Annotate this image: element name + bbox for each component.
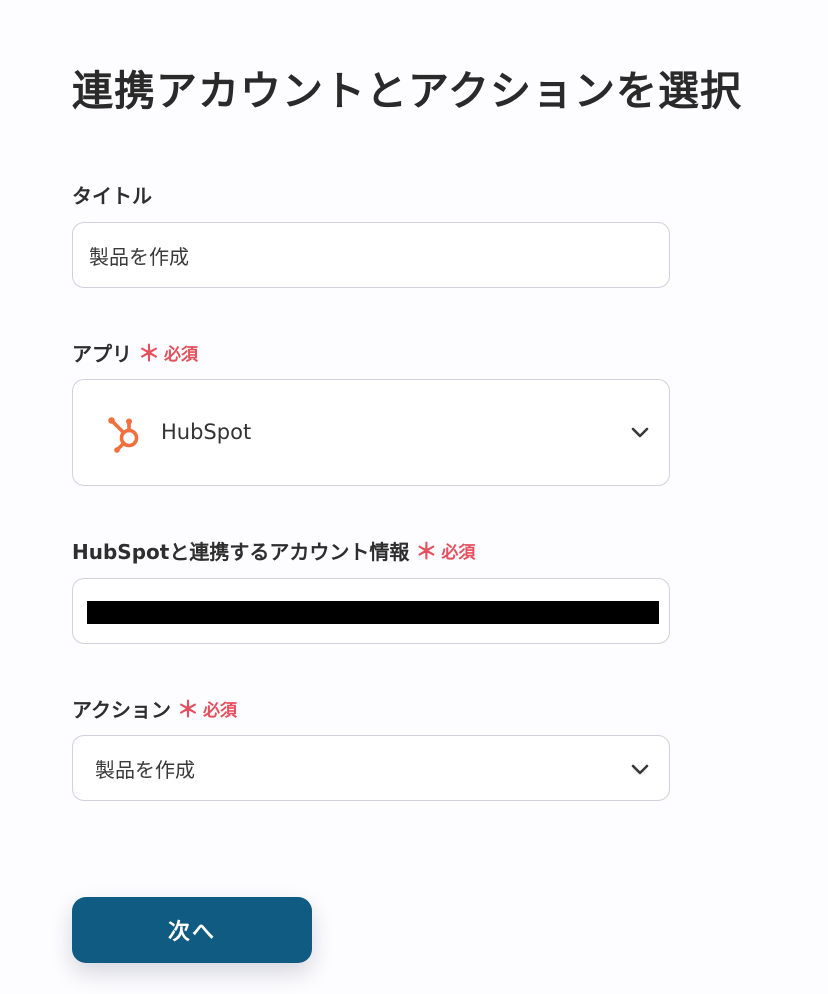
title-input-value: 製品を作成: [89, 244, 189, 269]
next-button[interactable]: 次へ: [72, 897, 312, 963]
account-select[interactable]: [72, 578, 670, 644]
app-field-label-text: アプリ: [72, 342, 132, 366]
required-badge: ＊ 必須: [415, 538, 475, 563]
required-asterisk: ＊: [177, 697, 200, 723]
required-asterisk: ＊: [138, 341, 161, 367]
hubspot-logo-icon: [108, 417, 139, 453]
title-field-label: タイトル: [72, 180, 152, 209]
action-select[interactable]: 製品を作成: [72, 735, 670, 801]
required-text: 必須: [441, 543, 476, 563]
account-field-label: HubSpotと連携するアカウント情報 ＊ 必須: [72, 536, 475, 565]
required-text: 必須: [203, 701, 238, 721]
app-field-label: アプリ ＊ 必須: [72, 338, 198, 367]
required-badge: ＊ 必須: [138, 340, 198, 365]
action-select-value: 製品を作成: [95, 758, 195, 782]
required-text: 必須: [164, 345, 199, 365]
page-title: 連携アカウントとアクションを選択: [72, 67, 742, 116]
required-asterisk: ＊: [415, 539, 438, 565]
action-field-label: アクション ＊ 必須: [72, 694, 237, 723]
title-field-label-text: タイトル: [72, 184, 152, 208]
app-select[interactable]: HubSpot: [72, 379, 670, 486]
required-badge: ＊ 必須: [177, 696, 237, 721]
redacted-account-value: [87, 601, 659, 624]
account-field-label-text: HubSpotと連携するアカウント情報: [72, 540, 410, 564]
page: 連携アカウントとアクションを選択 タイトル 製品を作成 アプリ ＊ 必須 Hub…: [0, 0, 828, 994]
title-input[interactable]: 製品を作成: [72, 222, 670, 288]
action-field-label-text: アクション: [72, 698, 171, 722]
chevron-down-icon[interactable]: [631, 427, 649, 439]
selected-app-name: HubSpot: [161, 420, 252, 444]
chevron-down-icon[interactable]: [631, 764, 649, 776]
